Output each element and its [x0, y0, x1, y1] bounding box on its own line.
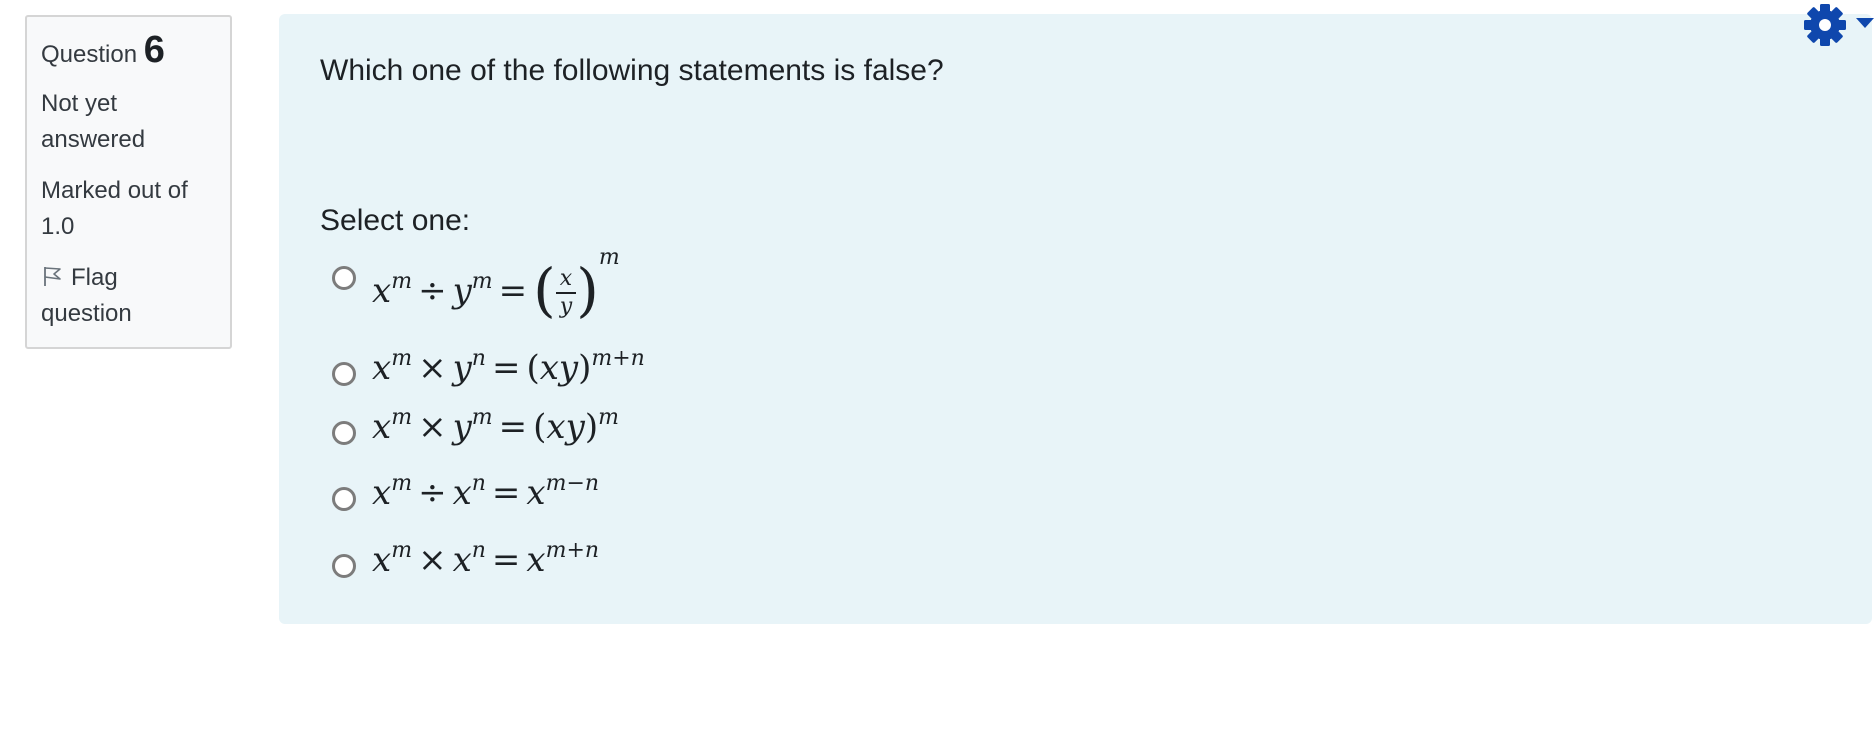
question-grade: Marked out of 1.0 — [41, 173, 216, 245]
flag-icon — [41, 263, 65, 287]
question-text: Which one of the following statements is… — [320, 54, 944, 87]
answer-option-3[interactable]: xm × ym = (xy)m — [332, 407, 619, 447]
question-info-panel: Question 6 Not yet answered Marked out o… — [25, 15, 232, 349]
answer-option-2[interactable]: xm × yn = (xy)m+n — [332, 348, 645, 388]
option-math-1: xm ÷ ym =(x y)m — [372, 245, 620, 325]
answer-option-5[interactable]: xm × xn = xm+n — [332, 540, 599, 580]
option-math-3: xm × ym = (xy)m — [372, 405, 619, 448]
state-line-1: Not yet — [41, 90, 118, 117]
option-math-2: xm × yn = (xy)m+n — [372, 346, 645, 389]
gear-icon[interactable] — [1802, 2, 1848, 48]
radio-button[interactable] — [332, 487, 356, 511]
question-state: Not yet answered — [41, 86, 216, 158]
answer-option-1[interactable]: xm ÷ ym =(x y)m — [332, 247, 620, 324]
answer-option-4[interactable]: xm ÷ xn = xm−n — [332, 473, 599, 513]
grade-line-1: Marked out of — [41, 177, 188, 204]
option-math-4: xm ÷ xn = xm−n — [372, 471, 600, 514]
radio-button[interactable] — [332, 362, 356, 386]
question-number-heading: Question 6 — [41, 29, 216, 76]
radio-button[interactable] — [332, 266, 356, 290]
option-math-5: xm × xn = xm+n — [372, 538, 600, 581]
radio-button[interactable] — [332, 554, 356, 578]
select-one-prompt: Select one: — [320, 204, 471, 237]
flag-question-link[interactable]: Flag question — [41, 260, 216, 332]
question-label: Question — [41, 41, 138, 68]
chevron-down-icon[interactable] — [1856, 18, 1874, 28]
flag-label-line-2: question — [41, 300, 132, 327]
question-number: 6 — [143, 29, 165, 71]
question-content: Which one of the following statements is… — [279, 14, 1872, 624]
radio-button[interactable] — [332, 421, 356, 445]
flag-label-line-1: Flag — [71, 264, 118, 291]
grade-line-2: 1.0 — [41, 213, 75, 240]
state-line-2: answered — [41, 126, 146, 153]
